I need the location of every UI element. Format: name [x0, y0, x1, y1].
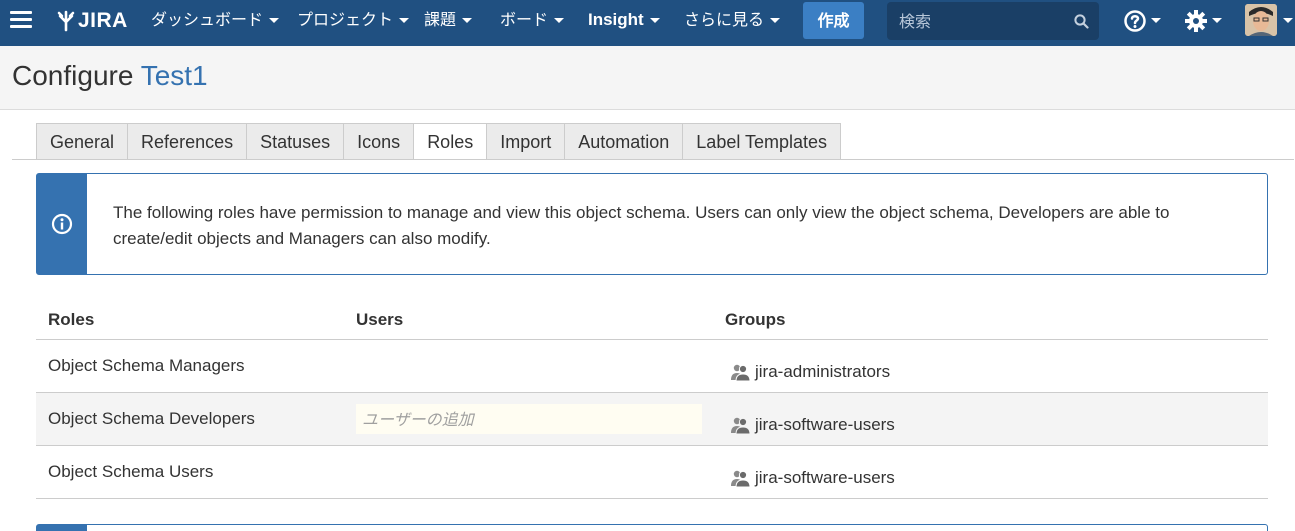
group-entry: jira-administrators — [730, 362, 890, 382]
user-avatar-icon — [1245, 4, 1277, 36]
role-name: Object Schema Managers — [48, 356, 245, 375]
tab-divider — [12, 159, 1294, 160]
group-entry: jira-software-users — [730, 468, 895, 488]
config-tabs: General References Statuses Icons Roles … — [36, 123, 842, 160]
tab-references[interactable]: References — [127, 123, 247, 160]
role-name: Object Schema Users — [48, 462, 214, 481]
jira-logo-icon — [57, 10, 75, 32]
info-icon — [51, 213, 73, 235]
page-title: Configure Test1 — [12, 60, 208, 92]
nav-dashboards-label: ダッシュボード — [151, 10, 264, 29]
tab-label-templates[interactable]: Label Templates — [682, 123, 842, 160]
nav-projects[interactable]: プロジェクト — [297, 0, 410, 46]
tab-roles[interactable]: Roles — [413, 123, 487, 160]
page-header: Configure Test1 — [0, 46, 1295, 110]
nav-insight-label: Insight — [588, 10, 644, 29]
tab-statuses[interactable]: Statuses — [246, 123, 344, 160]
nav-dashboards[interactable]: ダッシュボード — [151, 0, 280, 46]
info-message: The following roles have permission to m… — [36, 173, 1268, 275]
page-title-prefix: Configure — [12, 60, 134, 91]
info-message-text: The following roles have permission to m… — [113, 203, 1170, 248]
search-box — [887, 2, 1099, 40]
tab-general[interactable]: General — [36, 123, 128, 160]
group-icon — [731, 417, 750, 434]
roles-table: Roles Users Groups Object Schema Manager… — [36, 300, 1268, 499]
nav-projects-label: プロジェクト — [297, 10, 394, 29]
project-link[interactable]: Test1 — [141, 60, 208, 91]
nav-issues-label: 課題 — [424, 10, 457, 29]
nav-more-label: さらに見る — [684, 10, 765, 29]
table-row: Object Schema Users jira-software-users — [36, 446, 1268, 499]
chevron-down-icon — [649, 18, 660, 24]
tab-icons[interactable]: Icons — [343, 123, 414, 160]
jira-logo[interactable]: JIRA — [56, 8, 128, 34]
header-groups: Groups — [725, 310, 786, 329]
tab-automation[interactable]: Automation — [564, 123, 683, 160]
gear-icon[interactable] — [1184, 9, 1208, 33]
nav-issues[interactable]: 課題 — [424, 0, 473, 46]
logo-text: JIRA — [78, 9, 128, 32]
group-name[interactable]: jira-software-users — [755, 415, 895, 435]
top-navigation: JIRA ダッシュボード プロジェクト 課題 ボード Insight さらに見る… — [0, 0, 1295, 46]
group-icon — [731, 470, 750, 487]
chevron-down-icon — [462, 18, 473, 23]
menu-icon[interactable] — [10, 11, 32, 29]
group-name[interactable]: jira-administrators — [755, 362, 890, 382]
nav-boards-label: ボード — [500, 10, 549, 29]
secondary-message — [36, 524, 1268, 531]
chevron-down-icon[interactable] — [1212, 18, 1222, 23]
tab-import[interactable]: Import — [486, 123, 565, 160]
search-icon[interactable] — [1074, 14, 1089, 29]
table-row: Object Schema Managers jira-administrato… — [36, 340, 1268, 393]
group-name[interactable]: jira-software-users — [755, 468, 895, 488]
header-users: Users — [356, 310, 404, 329]
chevron-down-icon — [399, 18, 410, 23]
create-button[interactable]: 作成 — [803, 2, 864, 39]
group-icon — [731, 364, 750, 381]
group-entry: jira-software-users — [730, 415, 895, 435]
chevron-down-icon — [554, 18, 565, 23]
avatar[interactable] — [1245, 4, 1277, 36]
chevron-down-icon — [269, 18, 280, 23]
header-roles: Roles — [48, 310, 95, 329]
search-input[interactable] — [887, 2, 1067, 40]
info-bar — [37, 174, 87, 274]
nav-boards[interactable]: ボード — [500, 0, 565, 46]
add-user-input[interactable] — [356, 404, 702, 434]
chevron-down-icon — [770, 18, 781, 23]
help-icon[interactable] — [1123, 9, 1147, 33]
chevron-down-icon[interactable] — [1151, 18, 1161, 23]
table-row: Object Schema Developers jira-software-u… — [36, 393, 1268, 446]
role-name: Object Schema Developers — [48, 409, 255, 428]
table-header: Roles Users Groups — [36, 300, 1268, 340]
nav-more[interactable]: さらに見る — [684, 0, 781, 46]
secondary-message-bar — [37, 525, 87, 531]
nav-insight[interactable]: Insight — [588, 0, 660, 46]
chevron-down-icon[interactable] — [1283, 18, 1293, 23]
